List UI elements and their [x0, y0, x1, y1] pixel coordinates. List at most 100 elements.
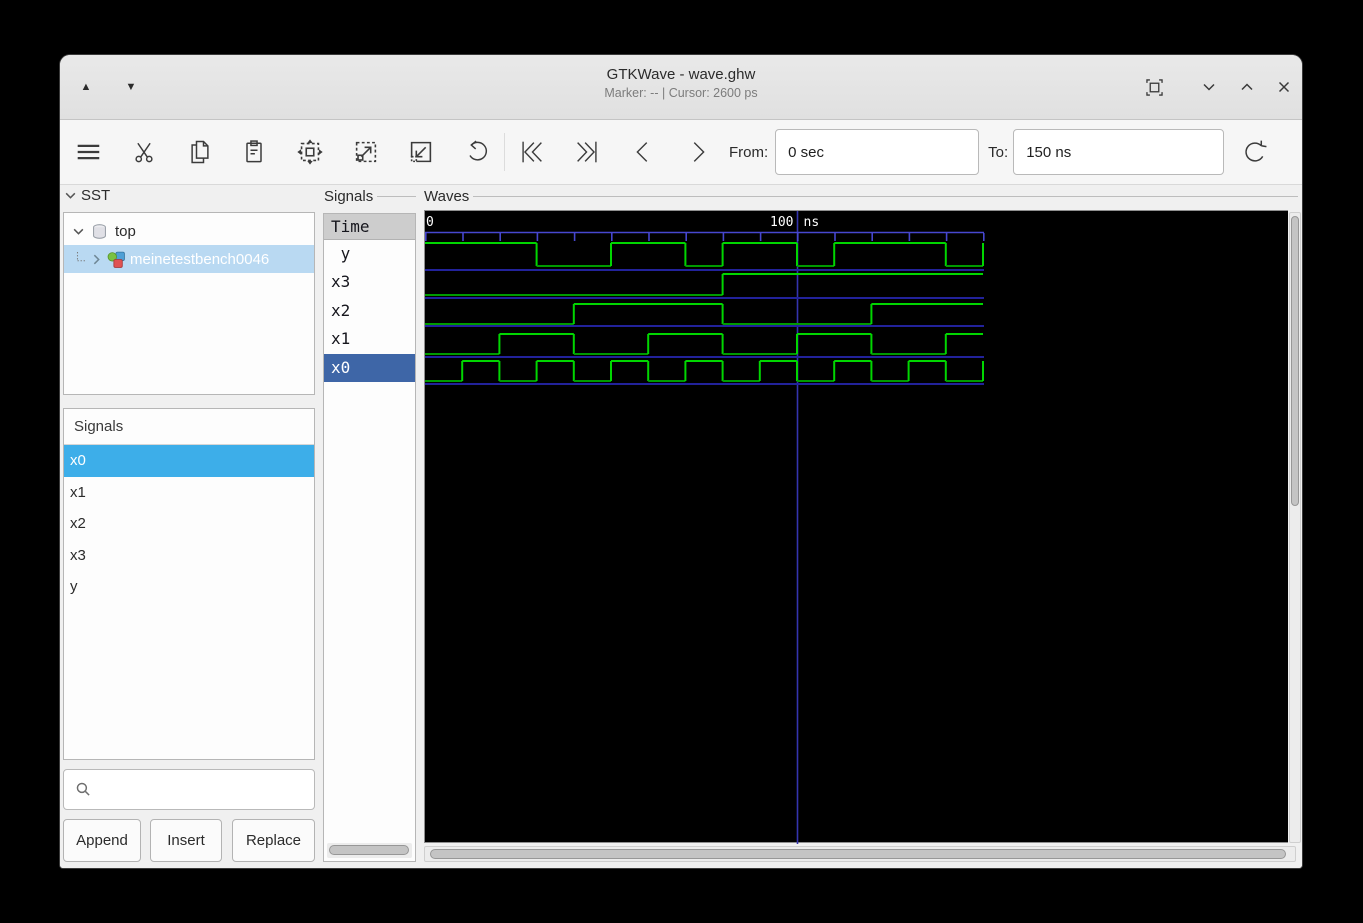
signals-column-rows: y x3 x2 x1 x0	[324, 240, 415, 382]
reload-icon	[1245, 140, 1267, 162]
to-label: To:	[988, 143, 1009, 161]
hamburger-menu-icon	[77, 144, 100, 160]
waves-hscrollbar-track[interactable]	[424, 846, 1296, 862]
waves-hscrollbar-thumb[interactable]	[430, 849, 1286, 859]
signal-name-label: x2	[331, 300, 351, 320]
fullscreen-icon	[1145, 78, 1163, 96]
sst-tree: top meinetestbench0046	[63, 212, 315, 395]
marker-cursor-status: Marker: -- | Cursor: 2600 ps	[604, 86, 758, 100]
append-button[interactable]: Append	[63, 819, 141, 862]
scroll-up-button[interactable]: ▲	[70, 73, 102, 101]
go-to-end-button[interactable]	[572, 137, 602, 167]
svg-text:100: 100	[770, 215, 793, 230]
zoom-in-button[interactable]	[351, 137, 381, 167]
replace-button[interactable]: Replace	[232, 819, 315, 862]
fullscreen-button[interactable]	[1138, 73, 1170, 101]
zoom-out-icon	[410, 141, 432, 163]
signal-list-item-x3[interactable]: x3	[64, 540, 314, 572]
expander-right-icon[interactable]	[90, 253, 103, 266]
svg-text:0: 0	[426, 215, 434, 230]
tree-item-label: meinetestbench0046	[130, 250, 270, 268]
signal-list-item-x1[interactable]: x1	[64, 477, 314, 509]
frame-border-line	[377, 196, 416, 197]
signal-list-header[interactable]: Signals	[64, 409, 314, 445]
signals-frame-label: Signals	[324, 188, 374, 205]
chevron-right-icon	[693, 142, 705, 162]
close-icon	[1278, 81, 1290, 93]
tree-item-top[interactable]: top	[64, 217, 314, 245]
scroll-down-button[interactable]: ▼	[115, 73, 147, 101]
tree-item-meinetestbench0046[interactable]: meinetestbench0046	[64, 245, 314, 273]
wave-signal-name-x0[interactable]: x0	[324, 353, 415, 382]
sst-expander-icon[interactable]	[64, 189, 77, 202]
signals-hscrollbar-thumb[interactable]	[329, 845, 409, 855]
signals-column: Time y x3 x2 x1 x0	[323, 213, 416, 862]
titlebar: GTKWave - wave.ghw Marker: -- | Cursor: …	[60, 55, 1302, 120]
skip-to-start-icon	[522, 141, 542, 163]
copy-icon	[191, 140, 209, 164]
frame-border-line	[473, 196, 1298, 197]
from-input[interactable]	[775, 129, 980, 175]
chevron-down-icon	[1203, 83, 1215, 91]
zoom-out-button[interactable]	[406, 137, 436, 167]
svg-text:ns: ns	[804, 215, 820, 230]
triangle-down-icon: ▼	[125, 81, 137, 93]
waves-svg: 0 100 ns	[425, 211, 985, 844]
scissors-icon	[135, 142, 153, 163]
waves-frame-label: Waves	[424, 188, 470, 205]
chevron-up-icon	[1241, 83, 1253, 91]
signal-search-list: x0 x1 x2 x3 y	[64, 445, 314, 603]
minimize-button[interactable]	[1193, 73, 1225, 101]
zoom-in-icon	[355, 141, 377, 163]
reload-button[interactable]	[1240, 137, 1270, 167]
window-title: GTKWave - wave.ghw	[606, 66, 756, 83]
close-button[interactable]	[1268, 73, 1300, 101]
shift-left-button[interactable]	[628, 137, 658, 167]
cut-button[interactable]	[129, 137, 159, 167]
go-to-start-button[interactable]	[517, 137, 547, 167]
search-input[interactable]	[100, 770, 314, 809]
time-column-header[interactable]: Time	[324, 214, 415, 240]
toolbar: From: To:	[60, 120, 1302, 185]
wave-canvas[interactable]: 0 100 ns	[424, 210, 1288, 844]
chevron-left-icon	[636, 142, 648, 162]
menu-button[interactable]	[73, 137, 103, 167]
shift-right-button[interactable]	[683, 137, 713, 167]
wave-signal-name-x3[interactable]: x3	[324, 268, 415, 296]
from-label: From:	[729, 143, 769, 161]
maximize-button[interactable]	[1231, 73, 1263, 101]
tree-guide-icon	[76, 252, 86, 262]
undo-icon	[469, 140, 487, 161]
signal-name-label: y	[340, 244, 351, 263]
search-box	[63, 769, 315, 810]
expander-down-icon[interactable]	[72, 225, 85, 238]
signal-list-item-y[interactable]: y	[64, 571, 314, 603]
signal-search-panel: Signals x0 x1 x2 x3 y	[63, 408, 315, 760]
main-content: SST top meinetestbench0046 Signals x0 x1 x…	[60, 185, 1302, 868]
search-icon	[76, 782, 90, 796]
toolbar-separator	[504, 133, 505, 171]
sst-frame-label: SST	[81, 187, 111, 204]
copy-button[interactable]	[185, 137, 215, 167]
to-input[interactable]	[1013, 129, 1225, 175]
signal-list-item-x2[interactable]: x2	[64, 508, 314, 540]
waves-vscrollbar-track[interactable]	[1289, 212, 1301, 843]
insert-button[interactable]: Insert	[150, 819, 222, 862]
wave-signal-name-x2[interactable]: x2	[324, 297, 415, 325]
skip-to-end-icon	[577, 141, 597, 163]
signals-hscrollbar-track[interactable]	[327, 843, 412, 858]
signal-list-item-x0[interactable]: x0	[64, 445, 314, 477]
zoom-fit-button[interactable]	[295, 137, 325, 167]
triangle-up-icon: ▲	[80, 81, 92, 93]
undo-button[interactable]	[462, 137, 492, 167]
clipboard-icon	[246, 140, 262, 163]
module-icon	[107, 251, 125, 268]
signal-name-label: x0	[331, 357, 351, 377]
waves-vscrollbar-thumb[interactable]	[1291, 216, 1299, 506]
wave-signal-name-y[interactable]: y	[324, 240, 415, 268]
wave-signal-name-x1[interactable]: x1	[324, 325, 415, 353]
tree-item-label: top	[115, 222, 136, 240]
signal-name-label: x3	[331, 272, 351, 292]
paste-button[interactable]	[239, 137, 269, 167]
gtkwave-window: GTKWave - wave.ghw Marker: -- | Cursor: …	[60, 55, 1302, 868]
